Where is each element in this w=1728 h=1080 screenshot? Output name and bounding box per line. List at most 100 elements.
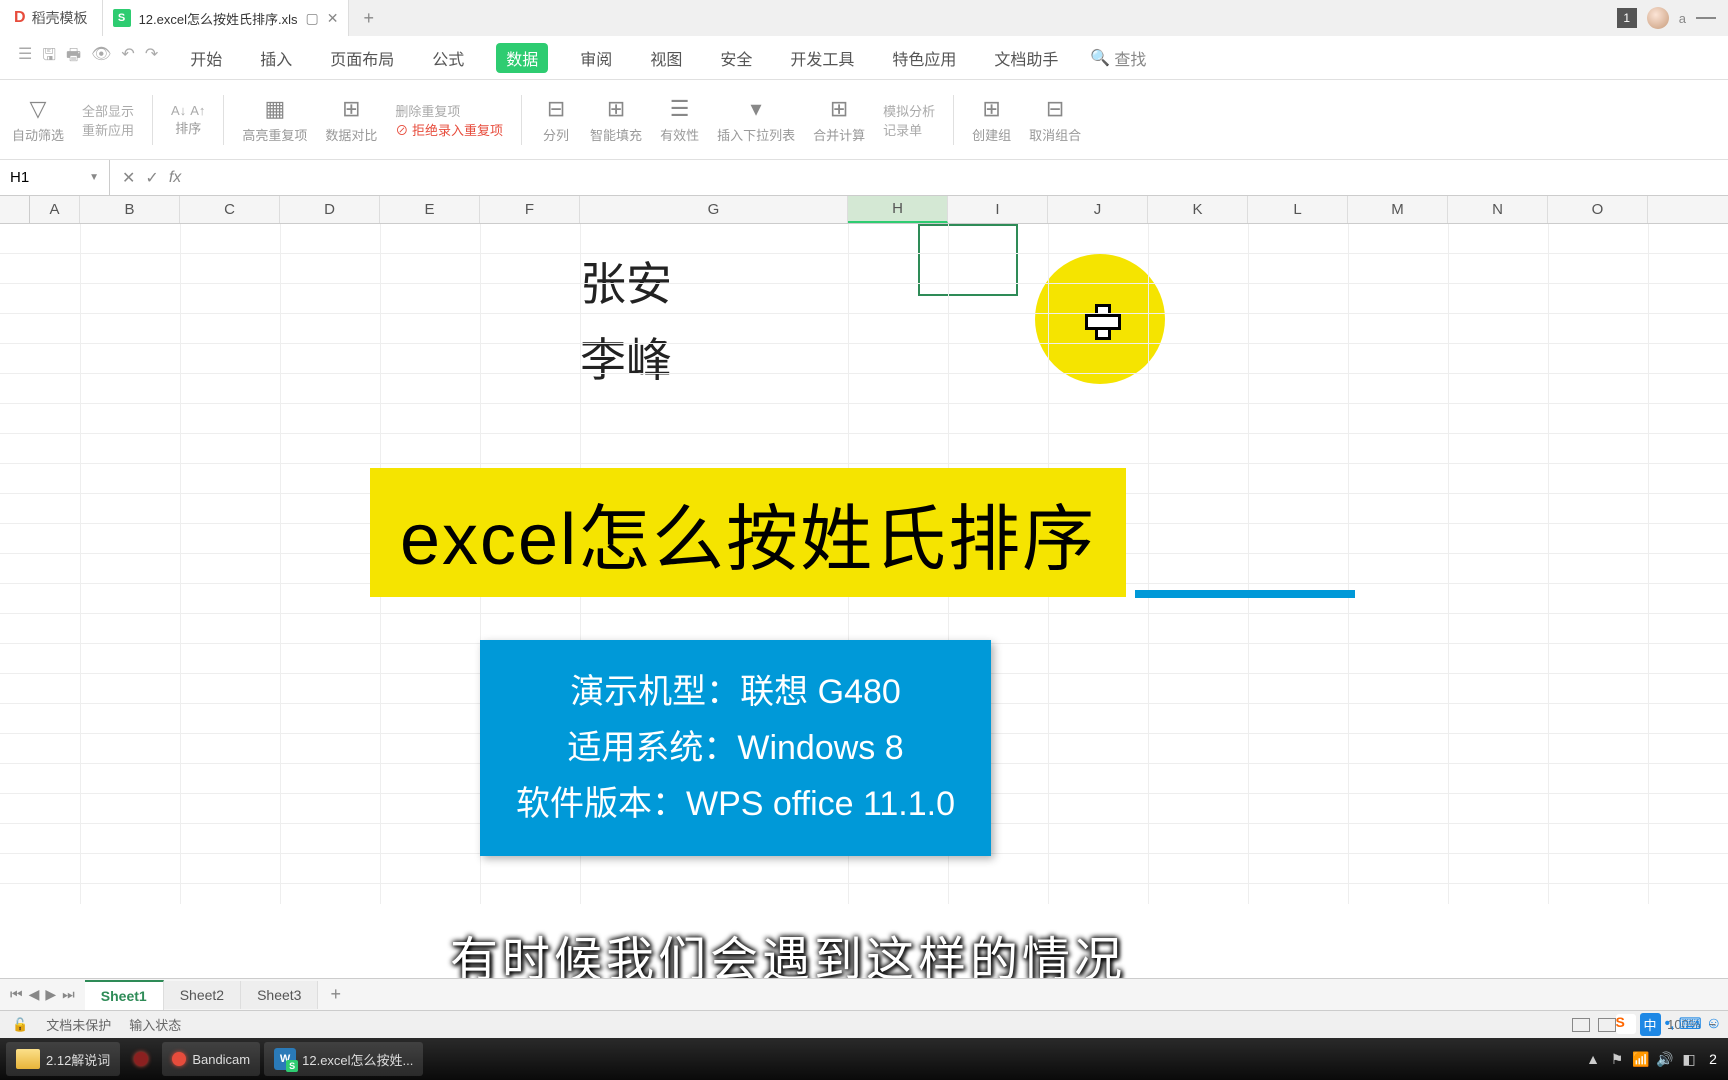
menu-insert[interactable]: 插入 <box>254 43 298 73</box>
sheet-nav-last-icon[interactable]: ⏭ <box>62 986 75 1003</box>
info-line1: 演示机型：联想 G480 <box>516 664 955 720</box>
menu-search[interactable]: 🔍 查找 <box>1090 46 1146 70</box>
cellref-dropdown-icon[interactable]: ▼ <box>89 172 99 183</box>
task-folder-label: 2.12解说词 <box>46 1050 110 1069</box>
colhead-e[interactable]: E <box>380 196 480 223</box>
menu-devtools[interactable]: 开发工具 <box>784 43 860 73</box>
lock-icon[interactable]: 🔓 <box>12 1017 28 1033</box>
sort-asc-icon[interactable]: A↓ <box>171 103 186 118</box>
colhead-d[interactable]: D <box>280 196 380 223</box>
ribbon-showall[interactable]: 全部显示 <box>82 101 134 120</box>
fx-label[interactable]: fx <box>169 169 181 187</box>
task-rec1[interactable] <box>124 1042 158 1076</box>
qa-save-icon[interactable]: 🖫 <box>42 44 56 71</box>
menu-review[interactable]: 审阅 <box>574 43 618 73</box>
close-tab-icon[interactable]: ✕ <box>327 10 339 27</box>
tray-clock[interactable]: 2 <box>1704 1050 1722 1068</box>
colhead-h[interactable]: H <box>848 196 948 223</box>
colhead-b[interactable]: B <box>80 196 180 223</box>
sheet-nav-first-icon[interactable]: ⏮ <box>10 986 23 1003</box>
ribbon-autofilter[interactable]: 自动筛选 <box>12 125 64 144</box>
filter-icon[interactable]: ▽ <box>22 95 54 123</box>
ribbon-data-compare[interactable]: ⊞ 数据对比 <box>325 95 377 144</box>
ribbon-sort[interactable]: 排序 <box>171 118 205 137</box>
ribbon-group-create[interactable]: ⊞ 创建组 <box>972 95 1011 144</box>
tray-up-icon[interactable]: ▲ <box>1584 1050 1602 1068</box>
select-all-corner[interactable] <box>0 196 30 223</box>
ime-keyboard-icon[interactable]: ⌨ <box>1679 1014 1702 1034</box>
sort-desc-icon[interactable]: A↑ <box>190 103 205 118</box>
notification-badge[interactable]: 1 <box>1617 8 1637 28</box>
colhead-i[interactable]: I <box>948 196 1048 223</box>
add-tab-button[interactable]: + <box>349 8 388 29</box>
fx-confirm-icon[interactable]: ✓ <box>145 168 158 188</box>
colhead-n[interactable]: N <box>1448 196 1548 223</box>
menu-formula[interactable]: 公式 <box>426 43 470 73</box>
sheet-nav-next-icon[interactable]: ▶ <box>45 986 56 1003</box>
menu-layout[interactable]: 页面布局 <box>324 43 400 73</box>
menu-security[interactable]: 安全 <box>714 43 758 73</box>
ribbon-dropdown[interactable]: ▾ 插入下拉列表 <box>717 95 795 144</box>
tray-volume-icon[interactable]: 🔊 <box>1656 1050 1674 1068</box>
qa-preview-icon[interactable]: 👁 <box>91 44 111 71</box>
qa-undo-icon[interactable]: ↶ <box>121 44 134 71</box>
view-pagebreak-icon[interactable] <box>1598 1018 1616 1032</box>
view-normal-icon[interactable] <box>1572 1018 1590 1032</box>
menu-dochelper[interactable]: 文档助手 <box>988 43 1064 73</box>
fx-cancel-icon[interactable]: ✕ <box>122 168 135 188</box>
colhead-g[interactable]: G <box>580 196 848 223</box>
colhead-m[interactable]: M <box>1348 196 1448 223</box>
ribbon-smartfill[interactable]: ⊞ 智能填充 <box>590 95 642 144</box>
ribbon-filter-group: ▽ 自动筛选 <box>12 95 64 144</box>
colhead-k[interactable]: K <box>1148 196 1248 223</box>
sheet-tab-2[interactable]: Sheet2 <box>164 981 241 1009</box>
info-box: 演示机型：联想 G480 适用系统：Windows 8 软件版本：WPS off… <box>480 640 991 856</box>
ime-lang[interactable]: 中 <box>1640 1013 1661 1036</box>
user-avatar[interactable] <box>1647 7 1669 29</box>
tray-network-icon[interactable]: 📶 <box>1632 1050 1650 1068</box>
colhead-j[interactable]: J <box>1048 196 1148 223</box>
colhead-o[interactable]: O <box>1548 196 1648 223</box>
sheet-nav-prev-icon[interactable]: ◀ <box>29 986 40 1003</box>
tray-app-icon[interactable]: ◧ <box>1680 1050 1698 1068</box>
ribbon-split[interactable]: ⊟ 分列 <box>540 95 572 144</box>
colhead-c[interactable]: C <box>180 196 280 223</box>
qa-redo-icon[interactable]: ↷ <box>145 44 158 71</box>
task-wps[interactable]: W 12.excel怎么按姓... <box>264 1042 423 1076</box>
popout-icon[interactable]: ▢ <box>305 10 318 27</box>
ribbon-highlight-dup[interactable]: ▦ 高亮重复项 <box>242 95 307 144</box>
menu-start[interactable]: 开始 <box>184 43 228 73</box>
sogou-icon[interactable]: S <box>1616 1014 1636 1034</box>
sheet-tab-3[interactable]: Sheet3 <box>241 981 318 1009</box>
sheet-tab-1[interactable]: Sheet1 <box>85 980 164 1010</box>
user-label: a <box>1679 11 1686 26</box>
ribbon-analysis-group: 模拟分析 记录单 <box>883 101 935 139</box>
ime-punct-icon[interactable]: •, <box>1665 1015 1675 1033</box>
ribbon-rejectdup[interactable]: ⊘ 拒绝录入重复项 <box>395 120 503 139</box>
ribbon-consolidate[interactable]: ⊞ 合并计算 <box>813 95 865 144</box>
task-explorer[interactable]: 2.12解说词 <box>6 1042 120 1076</box>
colhead-l[interactable]: L <box>1248 196 1348 223</box>
ribbon-group-cancel[interactable]: ⊟ 取消组合 <box>1029 95 1081 144</box>
menu-special[interactable]: 特色应用 <box>886 43 962 73</box>
ribbon-whatif[interactable]: 模拟分析 <box>883 101 935 120</box>
menu-view[interactable]: 视图 <box>644 43 688 73</box>
menu-hamburger-icon[interactable]: ☰ <box>18 44 32 71</box>
tab-template[interactable]: D 稻壳模板 <box>0 0 103 36</box>
minimize-icon[interactable] <box>1696 17 1716 19</box>
colhead-a[interactable]: A <box>30 196 80 223</box>
add-sheet-button[interactable]: + <box>318 984 353 1005</box>
ime-emoji-icon[interactable]: ☺ <box>1706 1015 1722 1033</box>
menu-data[interactable]: 数据 <box>496 43 548 73</box>
ribbon-deldup[interactable]: 删除重复项 <box>395 101 503 120</box>
cell-reference-box[interactable]: H1 ▼ <box>0 160 110 196</box>
ribbon-record[interactable]: 记录单 <box>883 120 935 139</box>
colhead-f[interactable]: F <box>480 196 580 223</box>
tray-flag-icon[interactable]: ⚑ <box>1608 1050 1626 1068</box>
ribbon-validity[interactable]: ☰ 有效性 <box>660 95 699 144</box>
task-bandicam[interactable]: Bandicam <box>162 1042 260 1076</box>
ribbon-reapply[interactable]: 重新应用 <box>82 120 134 139</box>
tab-current-file[interactable]: S 12.excel怎么按姓氏排序.xls ▢ ✕ <box>103 0 350 36</box>
qa-print-icon[interactable]: 🖶 <box>66 44 81 71</box>
cell-reference-value: H1 <box>10 169 29 186</box>
